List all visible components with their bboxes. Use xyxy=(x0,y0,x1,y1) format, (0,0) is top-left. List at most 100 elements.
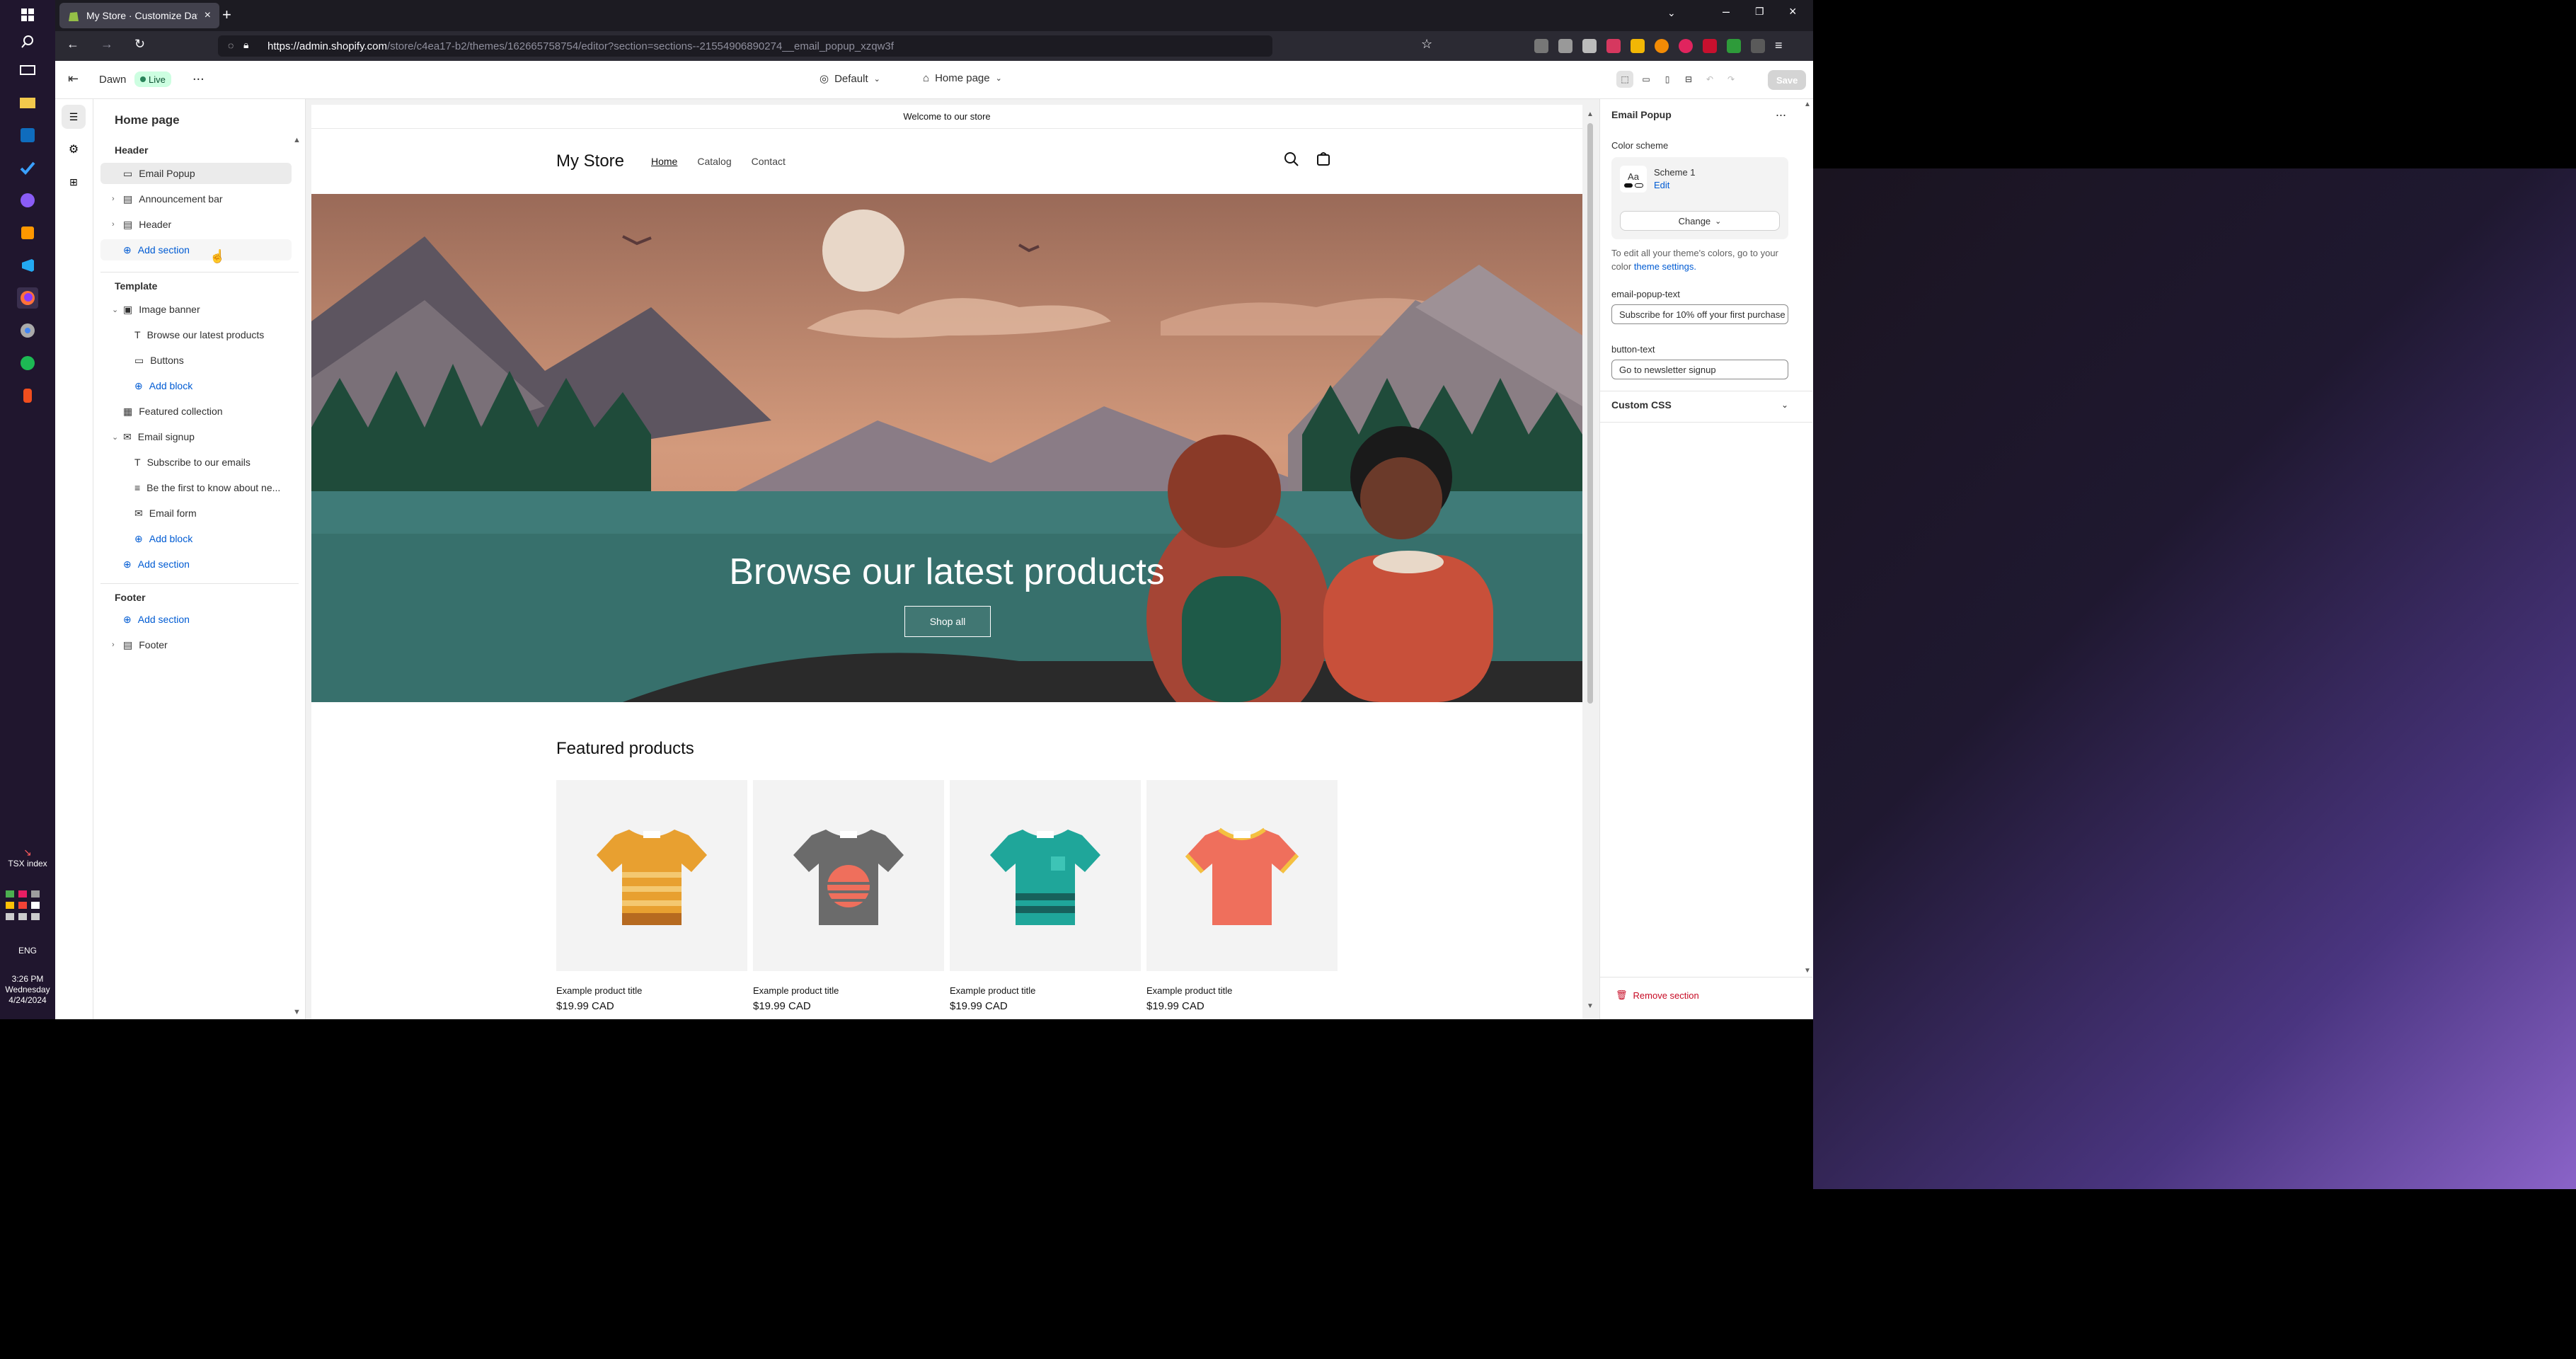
scroll-down-icon[interactable]: ▼ xyxy=(293,1008,301,1016)
close-window-icon[interactable]: × xyxy=(1789,4,1797,19)
app-embeds-icon[interactable]: ⊞ xyxy=(62,170,86,194)
product-image[interactable] xyxy=(753,780,944,971)
url-field[interactable]: ◌ 🔒︎ https://admin.shopify.com/store/c4e… xyxy=(218,35,1272,57)
minimize-icon[interactable]: – xyxy=(1723,4,1730,19)
scroll-up-icon[interactable]: ▲ xyxy=(293,136,301,144)
button-text-field[interactable]: Go to newsletter signup xyxy=(1611,360,1788,379)
back-icon[interactable]: ← xyxy=(67,37,79,52)
extension-icon[interactable] xyxy=(1727,38,1741,53)
nav-catalog[interactable]: Catalog xyxy=(697,156,731,167)
menu-icon[interactable]: ≡ xyxy=(1775,38,1783,53)
product-card[interactable]: Example product title $19.99 CAD xyxy=(950,780,1141,1012)
block-subscribe-heading[interactable]: T Subscribe to our emails xyxy=(100,452,292,473)
product-image[interactable] xyxy=(556,780,747,971)
extension-icon[interactable] xyxy=(1679,38,1693,53)
chevron-right-icon[interactable]: › xyxy=(112,641,115,649)
product-title[interactable]: Example product title xyxy=(556,985,747,996)
edit-scheme-link[interactable]: Edit xyxy=(1654,180,1669,190)
restore-icon[interactable]: ❐ xyxy=(1755,6,1764,18)
extensions-puzzle-icon[interactable] xyxy=(1751,38,1765,53)
undo-icon[interactable]: ↶ xyxy=(1701,71,1718,88)
settings-scrollbar[interactable]: ▲ ▼ xyxy=(1802,99,1812,977)
store-search-icon[interactable] xyxy=(1284,151,1299,167)
extension-icon[interactable] xyxy=(1655,38,1669,53)
inspector-icon[interactable]: ⬚ xyxy=(1616,71,1633,88)
add-block-image-banner[interactable]: ⊕ Add block xyxy=(100,375,292,396)
chevron-down-icon[interactable]: ⌄ xyxy=(112,432,118,442)
system-tray[interactable] xyxy=(6,890,50,920)
announcement-bar[interactable]: Welcome to our store xyxy=(311,105,1582,129)
shop-all-button[interactable]: Shop all xyxy=(904,606,991,637)
reload-icon[interactable]: ↻ xyxy=(134,37,145,52)
chevron-right-icon[interactable]: › xyxy=(112,195,115,203)
app-icon[interactable] xyxy=(17,190,38,211)
nav-home[interactable]: Home xyxy=(651,156,677,167)
block-paragraph[interactable]: ≡ Be the first to know about ne... xyxy=(100,477,292,498)
section-footer[interactable]: › ▤ Footer xyxy=(100,634,292,655)
vscode-icon[interactable] xyxy=(17,255,38,276)
block-buttons[interactable]: ▭ Buttons xyxy=(100,350,292,371)
figma-icon[interactable] xyxy=(17,385,38,406)
desktop-view-icon[interactable]: ▭ xyxy=(1638,71,1655,88)
mobile-view-icon[interactable]: ▯ xyxy=(1659,71,1676,88)
product-title[interactable]: Example product title xyxy=(1146,985,1338,996)
forward-icon[interactable]: → xyxy=(100,37,113,52)
product-title[interactable]: Example product title xyxy=(753,985,944,996)
section-email-popup[interactable]: ▭ Email Popup xyxy=(100,163,292,184)
add-section-footer[interactable]: ⊕ Add section xyxy=(100,609,292,630)
product-card[interactable]: Example product title $19.99 CAD xyxy=(556,780,747,1012)
theme-settings-link[interactable]: theme settings. xyxy=(1634,261,1696,272)
search-icon[interactable] xyxy=(17,31,38,52)
section-header[interactable]: › ▤ Header xyxy=(100,214,292,235)
store-logo[interactable]: My Store xyxy=(556,151,624,171)
browser-tab[interactable]: My Store · Customize Dawn · Sh × xyxy=(59,3,219,28)
add-section-header[interactable]: ⊕ Add section xyxy=(100,239,292,260)
file-explorer-icon[interactable] xyxy=(17,92,38,113)
chrome-icon[interactable] xyxy=(17,320,38,341)
product-image[interactable] xyxy=(1146,780,1338,971)
windows-start-icon[interactable] xyxy=(17,4,38,25)
product-card[interactable]: Example product title $19.99 CAD xyxy=(753,780,944,1012)
redo-icon[interactable]: ↷ xyxy=(1723,71,1740,88)
sublime-icon[interactable] xyxy=(17,222,38,243)
task-view-icon[interactable] xyxy=(17,59,38,81)
scrollbar-thumb[interactable] xyxy=(1587,123,1593,704)
stock-widget[interactable]: ↘ TSX index xyxy=(0,847,55,868)
bookmark-star-icon[interactable]: ☆ xyxy=(1421,37,1432,52)
block-email-form[interactable]: ✉ Email form xyxy=(100,503,292,524)
block-heading[interactable]: T Browse our latest products xyxy=(100,324,292,345)
extension-icon[interactable] xyxy=(1703,38,1717,53)
remove-section-button[interactable]: 🗑︎ Remove section xyxy=(1616,990,1699,1001)
theme-settings-icon[interactable]: ⚙ xyxy=(62,137,86,161)
section-more-button[interactable]: ... xyxy=(1776,105,1786,120)
section-email-signup[interactable]: ⌄ ✉ Email signup xyxy=(100,426,292,447)
preview-scrollbar[interactable]: ▲ ▼ xyxy=(1585,103,1595,1016)
exit-editor-icon[interactable]: ⇤ xyxy=(68,71,79,86)
chevron-right-icon[interactable]: › xyxy=(112,220,115,229)
new-tab-button[interactable]: + xyxy=(222,6,231,24)
save-button[interactable]: Save xyxy=(1768,70,1807,90)
section-announcement-bar[interactable]: › ▤ Announcement bar xyxy=(100,188,292,210)
preset-selector[interactable]: ◎ Default ⌄ xyxy=(820,72,880,86)
custom-css-toggle[interactable]: Custom CSS ⌄ xyxy=(1611,399,1788,411)
add-block-email-signup[interactable]: ⊕ Add block xyxy=(100,528,292,549)
pocket-icon[interactable] xyxy=(1534,38,1548,53)
change-scheme-button[interactable]: Change ⌄ xyxy=(1620,211,1780,231)
extension-icon[interactable] xyxy=(1606,38,1621,53)
extension-icon[interactable] xyxy=(1558,38,1572,53)
chevron-down-icon[interactable]: ⌄ xyxy=(112,305,118,314)
cart-icon[interactable] xyxy=(1315,150,1332,167)
add-section-template[interactable]: ⊕ Add section xyxy=(100,554,292,575)
firefox-icon[interactable] xyxy=(17,287,38,309)
product-image[interactable] xyxy=(950,780,1141,971)
product-card[interactable]: Example product title $19.99 CAD xyxy=(1146,780,1338,1012)
input-language[interactable]: ENG xyxy=(0,946,55,956)
todo-icon[interactable] xyxy=(17,157,38,178)
product-title[interactable]: Example product title xyxy=(950,985,1141,996)
sections-icon[interactable]: ☰ xyxy=(62,105,86,129)
nav-contact[interactable]: Contact xyxy=(752,156,786,167)
list-tabs-icon[interactable]: ⌄ xyxy=(1667,7,1676,19)
section-image-banner[interactable]: ⌄ ▣ Image banner xyxy=(100,299,292,320)
fullscreen-icon[interactable]: ⊟ xyxy=(1680,71,1697,88)
spotify-icon[interactable] xyxy=(17,352,38,374)
